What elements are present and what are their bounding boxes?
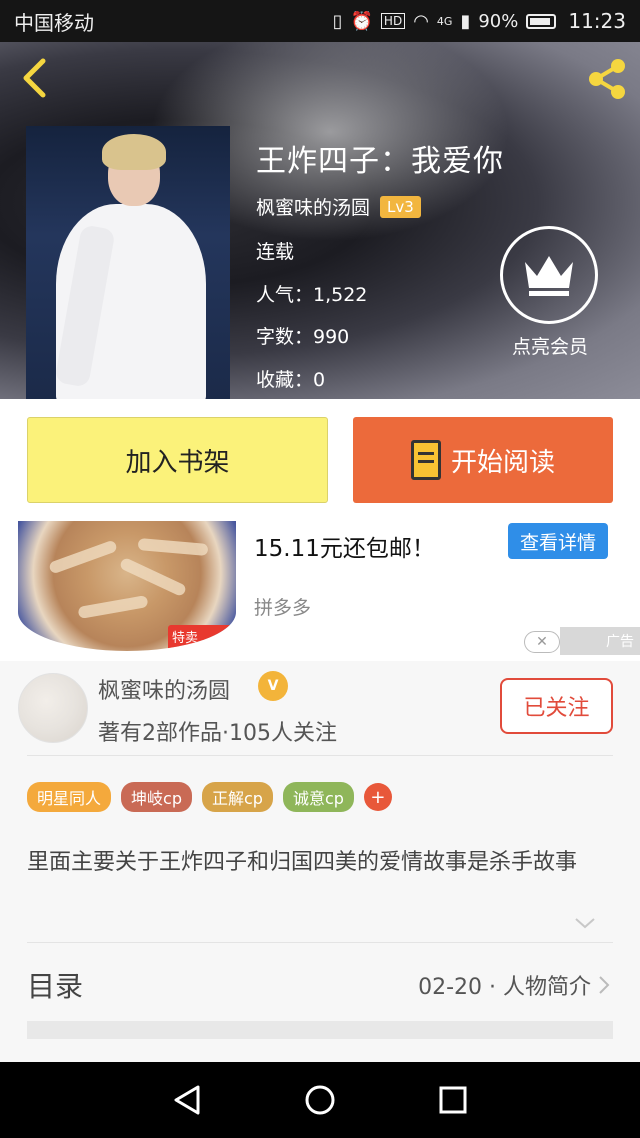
tag-item[interactable]: 明星同人 [27, 782, 112, 812]
status-icons: ▯ ⏰ HD ◠ 4G ▮ 90% 11:23 [333, 9, 626, 33]
book-icon [410, 440, 441, 480]
section-separator [27, 1021, 613, 1039]
vip-circle [500, 226, 598, 324]
wifi-icon: ◠ [413, 10, 429, 32]
author-card[interactable]: 枫蜜味的汤圆 V 著有2部作品·105人关注 已关注 [0, 661, 640, 755]
avatar[interactable] [18, 673, 88, 743]
add-to-shelf-button[interactable]: 加入书架 [27, 417, 328, 503]
clock: 11:23 [568, 9, 626, 33]
vip-label: 点亮会员 [511, 336, 588, 358]
word-count: 字数：990 [256, 326, 350, 348]
divider [27, 755, 613, 756]
chevron-right-icon [599, 976, 610, 994]
crown-icon [525, 256, 573, 296]
followed-button[interactable]: 已关注 [500, 678, 613, 734]
alarm-icon: ⏰ [350, 10, 373, 32]
table-of-contents-row[interactable]: 目录 02-20 · 人物简介 [27, 960, 613, 1010]
level-badge: Lv3 [380, 195, 421, 218]
action-bar: 加入书架 开始阅读 [0, 399, 640, 521]
verified-badge-icon: V [258, 671, 288, 701]
ad-price-tag: 特卖￥15.11 [168, 625, 236, 651]
share-button[interactable] [582, 54, 632, 104]
add-tag-button[interactable]: + [363, 783, 392, 811]
battery-icon [526, 13, 557, 29]
home-circle-icon [305, 1085, 335, 1115]
share-icon [589, 59, 625, 99]
recents-square-icon [439, 1086, 467, 1114]
tag-list: 明星同人 坤岐cp 正解cp 诚意cp + [27, 782, 392, 812]
nav-back-button[interactable] [167, 1080, 207, 1120]
back-triangle-icon [174, 1085, 200, 1115]
divider [27, 942, 613, 943]
start-reading-button[interactable]: 开始阅读 [353, 417, 613, 503]
chevron-left-icon [23, 58, 46, 98]
ad-title[interactable]: 15.11元还包邮！ [254, 529, 435, 563]
tag-item[interactable]: 诚意cp [282, 782, 354, 812]
nav-recents-button[interactable] [433, 1080, 473, 1120]
system-nav-bar [0, 1062, 640, 1138]
start-reading-label: 开始阅读 [450, 447, 555, 478]
carrier-name: 中国移动 [14, 10, 94, 35]
ad-source: 拼多多 [254, 597, 312, 619]
ad-banner[interactable]: 特卖￥15.11 15.11元还包邮！ 查看详情 拼多多 ✕ 广告 [0, 521, 640, 661]
author-row: 枫蜜味的汤圆 Lv3 [256, 193, 421, 220]
battery-percent: 90% [478, 10, 519, 32]
tag-item[interactable]: 正解cp [201, 782, 273, 812]
back-button[interactable] [14, 56, 54, 100]
book-header: 王炸四子：我爱你 枫蜜味的汤圆 Lv3 连载 人气：1,522 字数：990 收… [0, 42, 640, 399]
serial-status: 连载 [256, 241, 295, 263]
latest-chapter: 02-20 · 人物简介 [418, 975, 591, 1000]
book-cover[interactable] [26, 126, 230, 399]
status-bar: 中国移动 ▯ ⏰ HD ◠ 4G ▮ 90% 11:23 [0, 0, 640, 42]
author-stats: 著有2部作品·105人关注 [98, 721, 337, 746]
vibrate-icon: ▯ [332, 10, 343, 32]
tag-item[interactable]: 坤岐cp [121, 782, 192, 812]
signal-icon: ▮ [460, 10, 471, 32]
ad-close-button[interactable]: ✕ [524, 631, 560, 653]
popularity: 人气：1,522 [256, 284, 368, 306]
ad-label: 广告 [560, 627, 640, 655]
vip-button[interactable]: 点亮会员 [500, 226, 600, 359]
hd-icon: HD [380, 13, 406, 29]
view-details-button[interactable]: 查看详情 [508, 523, 608, 559]
nav-home-button[interactable] [300, 1080, 340, 1120]
toc-label: 目录 [27, 970, 84, 1003]
network-type: 4G [436, 14, 453, 28]
book-description: 里面主要关于王炸四子和归国四美的爱情故事是杀手故事 [27, 850, 578, 875]
ad-image[interactable]: 特卖￥15.11 [18, 521, 236, 651]
author-card-name[interactable]: 枫蜜味的汤圆 [98, 673, 230, 705]
favorites-count: 收藏：0 [256, 369, 326, 391]
chevron-down-icon[interactable] [574, 912, 596, 934]
author-name[interactable]: 枫蜜味的汤圆 [256, 193, 370, 220]
book-title: 王炸四子：我爱你 [256, 144, 504, 179]
